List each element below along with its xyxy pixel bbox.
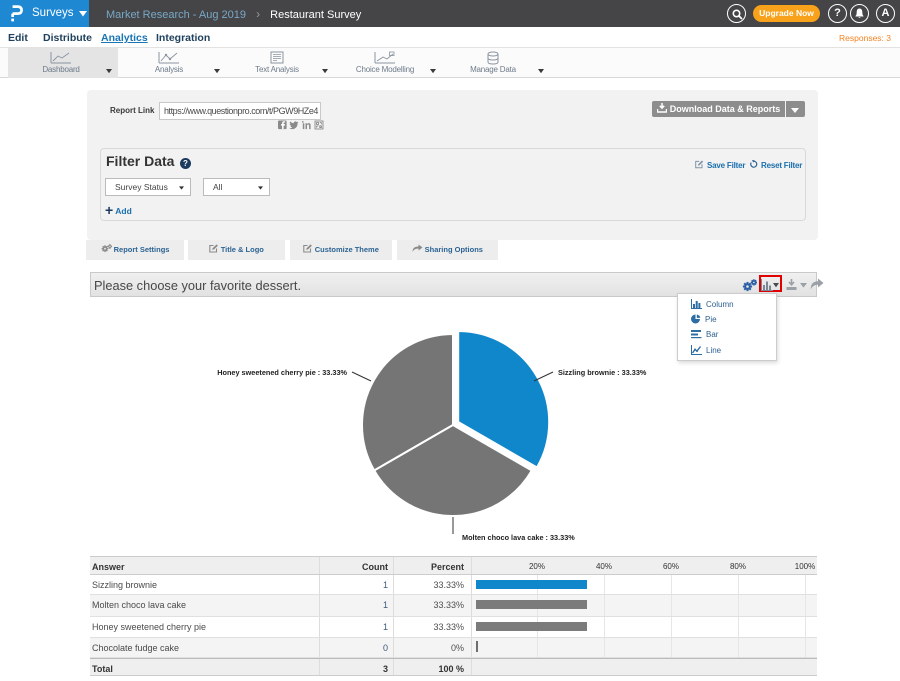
svg-text:Sizzling brownie : 33.33%: Sizzling brownie : 33.33% [558,368,647,377]
svg-text:Molten choco lava cake : 33.33: Molten choco lava cake : 33.33% [462,533,575,542]
svg-text:Honey sweetened cherry pie : 3: Honey sweetened cherry pie : 33.33% [217,368,347,377]
